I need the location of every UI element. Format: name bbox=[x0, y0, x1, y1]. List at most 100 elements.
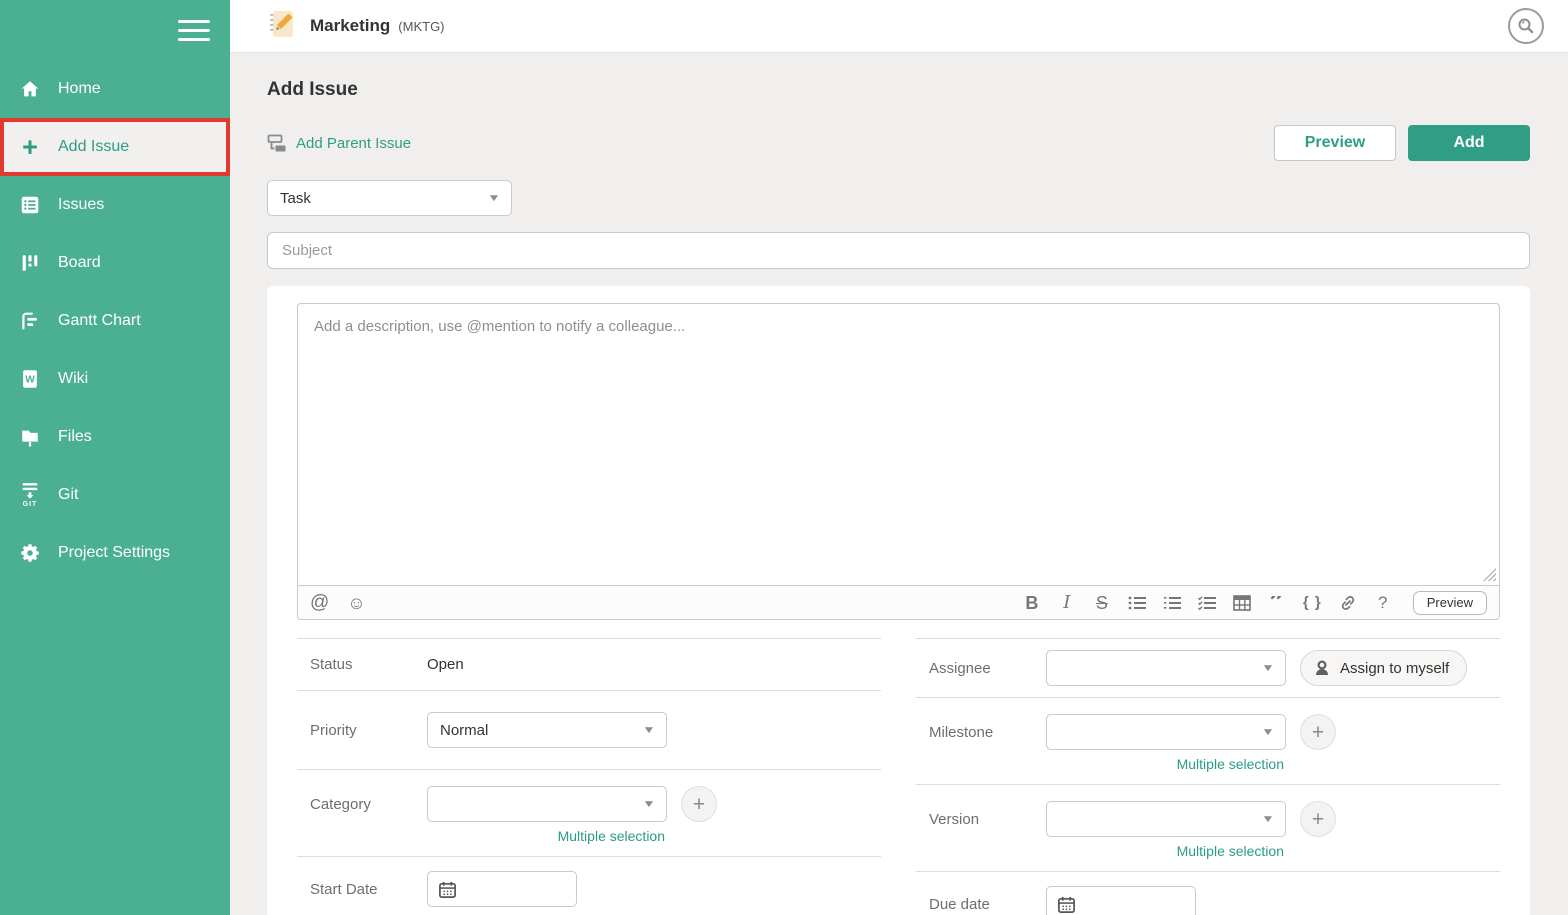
category-dropdown[interactable]: ▼ bbox=[427, 786, 667, 822]
sidebar-item-home[interactable]: Home bbox=[0, 60, 230, 118]
priority-row: Priority Normal ▼ bbox=[297, 690, 881, 769]
start-date-label: Start Date bbox=[310, 880, 378, 898]
sidebar-item-board[interactable]: Board bbox=[0, 234, 230, 292]
help-icon[interactable]: ? bbox=[1374, 594, 1392, 611]
sidebar-item-project-settings[interactable]: Project Settings bbox=[0, 524, 230, 582]
chevron-down-icon: ▼ bbox=[1261, 726, 1275, 738]
sidebar-item-label: Project Settings bbox=[58, 544, 171, 561]
issue-fields: Status Open Priority Normal ▼ Category ▼… bbox=[297, 638, 1500, 915]
issues-list-icon bbox=[17, 192, 43, 218]
at-mention-icon[interactable]: @ bbox=[310, 593, 329, 612]
issue-type-dropdown[interactable]: Task ▼ bbox=[267, 180, 512, 216]
git-icon: GIT bbox=[17, 482, 43, 508]
bold-icon[interactable]: B bbox=[1023, 594, 1041, 612]
due-date-label: Due date bbox=[929, 895, 990, 913]
sidebar: Home + Add Issue Issues Board Gantt Char… bbox=[0, 0, 230, 915]
add-milestone-button[interactable]: + bbox=[1300, 714, 1336, 750]
plus-icon: + bbox=[22, 132, 38, 162]
fields-left-column: Status Open Priority Normal ▼ Category ▼… bbox=[297, 638, 881, 915]
status-label: Status bbox=[310, 656, 353, 673]
fields-right-column: Assignee ▼ Assign to myself Milestone ▼ … bbox=[916, 638, 1500, 915]
emoji-icon[interactable]: ☺ bbox=[347, 594, 365, 612]
priority-dropdown[interactable]: Normal ▼ bbox=[427, 712, 667, 748]
sidebar-nav: Home + Add Issue Issues Board Gantt Char… bbox=[0, 0, 230, 582]
version-row: Version ▼ + Multiple selection bbox=[916, 784, 1500, 871]
status-value: Open bbox=[427, 656, 464, 673]
due-date-input[interactable] bbox=[1046, 886, 1196, 915]
chevron-down-icon: ▼ bbox=[1261, 662, 1275, 674]
issue-form-card: @ ☺ B I S bbox=[267, 286, 1530, 915]
priority-value: Normal bbox=[440, 721, 489, 739]
folder-icon bbox=[17, 424, 43, 450]
description-textarea[interactable] bbox=[297, 303, 1500, 586]
preview-button[interactable]: Preview bbox=[1274, 125, 1396, 161]
calendar-icon bbox=[439, 881, 456, 898]
start-date-row: Start Date bbox=[297, 856, 881, 915]
priority-label: Priority bbox=[310, 721, 357, 739]
sidebar-item-label: Git bbox=[58, 486, 79, 503]
add-parent-issue-label: Add Parent Issue bbox=[296, 134, 412, 152]
sidebar-item-label: Files bbox=[58, 428, 92, 445]
issue-type-value: Task bbox=[280, 189, 311, 207]
sidebar-item-add-issue[interactable]: + Add Issue bbox=[0, 118, 230, 176]
assignee-row: Assignee ▼ Assign to myself bbox=[916, 638, 1500, 697]
assignee-dropdown[interactable]: ▼ bbox=[1046, 650, 1286, 686]
wiki-page-icon: W bbox=[17, 366, 43, 392]
calendar-icon bbox=[1058, 896, 1075, 913]
strikethrough-icon[interactable]: S bbox=[1093, 594, 1111, 612]
code-braces-icon[interactable]: { } bbox=[1303, 595, 1322, 610]
kanban-board-icon bbox=[17, 250, 43, 276]
home-icon bbox=[17, 76, 43, 102]
search-button[interactable] bbox=[1508, 8, 1544, 44]
editor-preview-button[interactable]: Preview bbox=[1412, 590, 1487, 615]
sidebar-item-issues[interactable]: Issues bbox=[0, 176, 230, 234]
checklist-icon[interactable] bbox=[1197, 595, 1216, 611]
version-multiple-selection-link[interactable]: Multiple selection bbox=[1177, 843, 1284, 859]
sidebar-item-label: Issues bbox=[58, 196, 105, 213]
person-icon bbox=[1316, 660, 1328, 675]
magnifier-icon bbox=[1518, 18, 1534, 34]
italic-icon[interactable]: I bbox=[1058, 593, 1076, 612]
sidebar-item-label: Add Issue bbox=[58, 138, 130, 155]
bullet-list-icon[interactable] bbox=[1128, 595, 1146, 611]
add-version-button[interactable]: + bbox=[1300, 801, 1336, 837]
add-category-button[interactable]: + bbox=[681, 786, 717, 822]
assignee-label: Assignee bbox=[929, 659, 991, 677]
category-row: Category ▼ + Multiple selection bbox=[297, 769, 881, 856]
table-icon[interactable] bbox=[1233, 594, 1251, 611]
svg-text:W: W bbox=[25, 375, 35, 386]
sidebar-item-label: Board bbox=[58, 254, 101, 271]
sidebar-item-wiki[interactable]: W Wiki bbox=[0, 350, 230, 408]
hamburger-menu-icon[interactable] bbox=[178, 14, 210, 47]
parent-issue-icon bbox=[267, 134, 286, 151]
sidebar-item-label: Gantt Chart bbox=[58, 312, 141, 329]
milestone-row: Milestone ▼ + Multiple selection bbox=[916, 697, 1500, 784]
milestone-dropdown[interactable]: ▼ bbox=[1046, 714, 1286, 750]
chevron-down-icon: ▼ bbox=[487, 192, 501, 204]
category-multiple-selection-link[interactable]: Multiple selection bbox=[558, 828, 665, 844]
add-parent-issue-link[interactable]: Add Parent Issue bbox=[267, 134, 411, 153]
milestone-multiple-selection-link[interactable]: Multiple selection bbox=[1177, 756, 1284, 772]
version-label: Version bbox=[929, 810, 980, 828]
blockquote-icon[interactable]: ” bbox=[1268, 596, 1286, 610]
sidebar-item-gantt-chart[interactable]: Gantt Chart bbox=[0, 292, 230, 350]
subject-input[interactable] bbox=[267, 232, 1530, 269]
assign-to-myself-button[interactable]: Assign to myself bbox=[1300, 650, 1468, 686]
sidebar-item-label: Home bbox=[58, 80, 101, 97]
sidebar-item-git[interactable]: GIT Git bbox=[0, 466, 230, 524]
editor-toolbar: @ ☺ B I S {} ? Preview bbox=[297, 586, 1500, 620]
chevron-down-icon: ▼ bbox=[1261, 813, 1275, 825]
numbered-list-icon[interactable] bbox=[1163, 595, 1181, 611]
start-date-input[interactable] bbox=[427, 871, 577, 907]
status-row: Status Open bbox=[297, 638, 881, 690]
version-dropdown[interactable]: ▼ bbox=[1046, 801, 1286, 837]
add-button[interactable]: Add bbox=[1408, 125, 1530, 161]
page-content: Add Issue Add Parent Issue Preview Add T… bbox=[230, 53, 1568, 915]
chevron-down-icon: ▼ bbox=[642, 798, 656, 810]
project-title-group[interactable]: Marketing (MKTG) bbox=[266, 8, 445, 45]
main-area: Marketing (MKTG) Add Issue Add Parent Is… bbox=[230, 0, 1568, 915]
sidebar-item-files[interactable]: Files bbox=[0, 408, 230, 466]
link-icon[interactable] bbox=[1339, 594, 1357, 612]
project-header: Marketing (MKTG) bbox=[230, 0, 1568, 53]
due-date-row: Due date bbox=[916, 871, 1500, 915]
